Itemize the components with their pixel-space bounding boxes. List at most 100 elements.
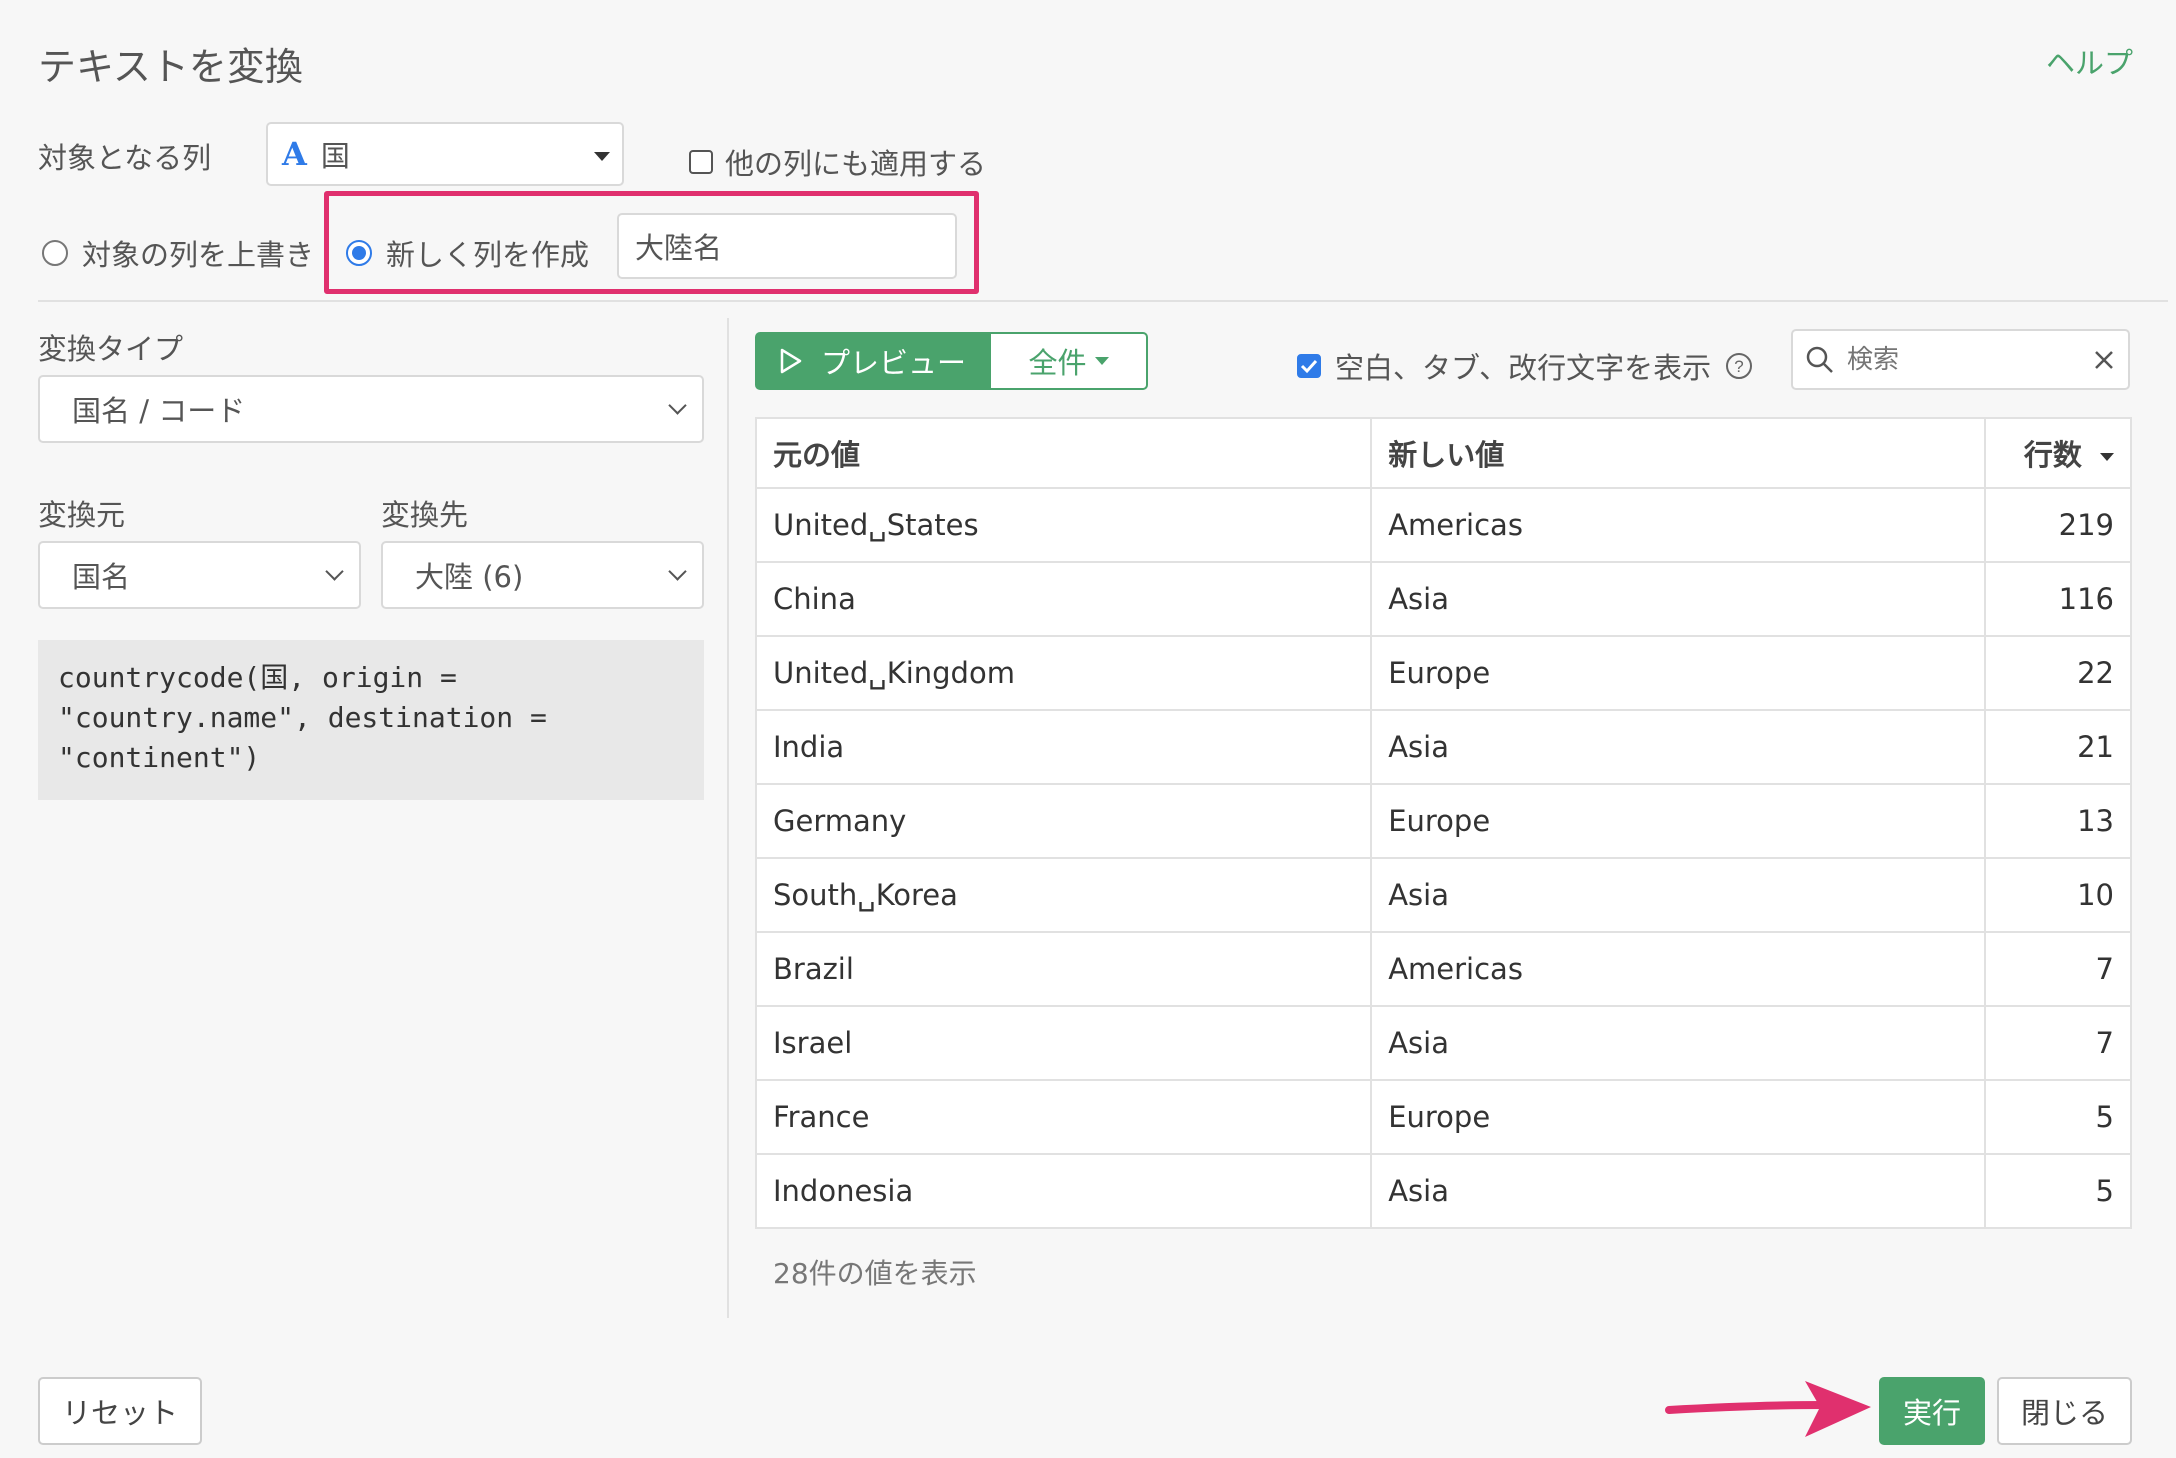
cell-new: Europe [1370,783,1987,859]
create-new-radio[interactable] [346,240,372,266]
cell-original: China [754,561,1373,637]
help-circle-icon[interactable]: ? [1725,352,1753,380]
cell-new: Americas [1370,487,1987,563]
cell-original: United␣Kingdom [754,635,1373,711]
dialog-title: テキストを変換 [38,45,303,89]
cell-original: India [754,709,1373,785]
search-box[interactable] [1791,329,2130,390]
table-row[interactable]: United␣Kingdom Europe 22 [754,635,2132,711]
column-header-original[interactable]: 元の値 [754,417,1373,489]
create-new-label: 新しく列を作成 [386,238,590,272]
preview-label: プレビュー [821,346,967,380]
overwrite-option[interactable]: 対象の列を上書き [42,232,314,274]
table-row[interactable]: Israel Asia 7 [754,1005,2132,1081]
cell-original: Indonesia [754,1153,1373,1229]
target-column-value: 国 [320,139,350,173]
run-button[interactable]: 実行 [1879,1377,1985,1445]
apply-other-columns[interactable]: 他の列にも適用する [689,141,986,183]
divider [38,300,2168,302]
to-value: 大陸 (6) [415,560,524,594]
new-column-name-input[interactable]: 大陸名 [617,213,957,279]
cell-original: France [754,1079,1373,1155]
from-label: 変換元 [38,498,126,532]
text-type-icon: A [282,135,307,173]
show-whitespace-checkbox[interactable] [1297,354,1321,378]
preview-button[interactable]: プレビュー [755,332,989,390]
cell-count: 7 [1984,931,2132,1007]
cell-new: Asia [1370,561,1987,637]
play-icon [780,348,802,374]
show-whitespace-label: 空白、タブ、改行文字を表示 [1335,351,1712,385]
chevron-down-icon [668,396,687,415]
search-input[interactable] [1845,343,2065,376]
target-column-label: 対象となる列 [38,141,212,175]
to-select[interactable]: 大陸 (6) [381,541,704,609]
conversion-type-value: 国名 / コード [72,394,246,428]
cell-original: South␣Korea [754,857,1373,933]
all-rows-label: 全件 [1028,346,1087,380]
cell-count: 10 [1984,857,2132,933]
table-row[interactable]: Germany Europe 13 [754,783,2132,859]
value-count-summary: 28件の値を表示 [773,1257,977,1290]
from-select[interactable]: 国名 [38,541,361,609]
cell-count: 5 [1984,1079,2132,1155]
apply-other-label: 他の列にも適用する [725,147,987,181]
conversion-type-label: 変換タイプ [38,332,184,366]
vertical-divider [727,318,729,1318]
cell-count: 21 [1984,709,2132,785]
preview-table: 元の値 新しい値 行数 United␣States Americas 219 Chi… [754,417,2132,1229]
close-icon[interactable] [2094,350,2114,370]
cell-count: 7 [1984,1005,2132,1081]
column-header-count-label: 行数 [2023,438,2082,472]
help-link[interactable]: ヘルプ [2046,40,2133,82]
cell-new: Europe [1370,1079,1987,1155]
caret-down-icon [2100,453,2114,461]
conversion-type-select[interactable]: 国名 / コード [38,375,704,443]
cell-count: 13 [1984,783,2132,859]
reset-button[interactable]: リセット [38,1377,202,1445]
cell-count: 219 [1984,487,2132,563]
target-column-select[interactable]: A 国 [266,122,624,186]
table-row[interactable]: South␣Korea Asia 10 [754,857,2132,933]
to-label: 変換先 [381,498,469,532]
cell-count: 22 [1984,635,2132,711]
cell-count: 116 [1984,561,2132,637]
table-header-row: 元の値 新しい値 行数 [754,417,2132,489]
cell-original: Israel [754,1005,1373,1081]
table-row[interactable]: China Asia 116 [754,561,2132,637]
table-row[interactable]: Indonesia Asia 5 [754,1153,2132,1229]
overwrite-label: 対象の列を上書き [82,238,315,272]
table-row[interactable]: United␣States Americas 219 [754,487,2132,563]
table-row[interactable]: India Asia 21 [754,709,2132,785]
from-value: 国名 [72,560,131,594]
new-column-name-value: 大陸名 [635,231,723,265]
search-icon [1806,346,1833,373]
show-whitespace-option[interactable]: 空白、タブ、改行文字を表示 ? [1297,345,1753,387]
cell-new: Americas [1370,931,1987,1007]
create-new-option[interactable]: 新しく列を作成 [346,232,589,274]
close-button[interactable]: 閉じる [1997,1377,2132,1445]
column-header-count[interactable]: 行数 [1984,417,2132,489]
svg-text:?: ? [1734,357,1743,376]
cell-new: Asia [1370,1153,1987,1229]
generated-code: countrycode(国, origin = "country.name", … [38,640,704,800]
cell-new: Europe [1370,635,1987,711]
table-row[interactable]: Brazil Americas 7 [754,931,2132,1007]
cell-original: United␣States [754,487,1373,563]
all-rows-dropdown[interactable]: 全件 [989,332,1148,390]
caret-down-icon [594,152,610,161]
cell-new: Asia [1370,857,1987,933]
chevron-down-icon [325,562,344,581]
caret-down-icon [1094,357,1109,365]
cell-count: 5 [1984,1153,2132,1229]
cell-original: Germany [754,783,1373,859]
column-header-new[interactable]: 新しい値 [1370,417,1987,489]
table-row[interactable]: France Europe 5 [754,1079,2132,1155]
overwrite-radio[interactable] [42,240,68,266]
chevron-down-icon [668,562,687,581]
cell-original: Brazil [754,931,1373,1007]
arrow-icon [1665,1381,1871,1437]
cell-new: Asia [1370,709,1987,785]
apply-other-checkbox[interactable] [689,150,713,174]
cell-new: Asia [1370,1005,1987,1081]
